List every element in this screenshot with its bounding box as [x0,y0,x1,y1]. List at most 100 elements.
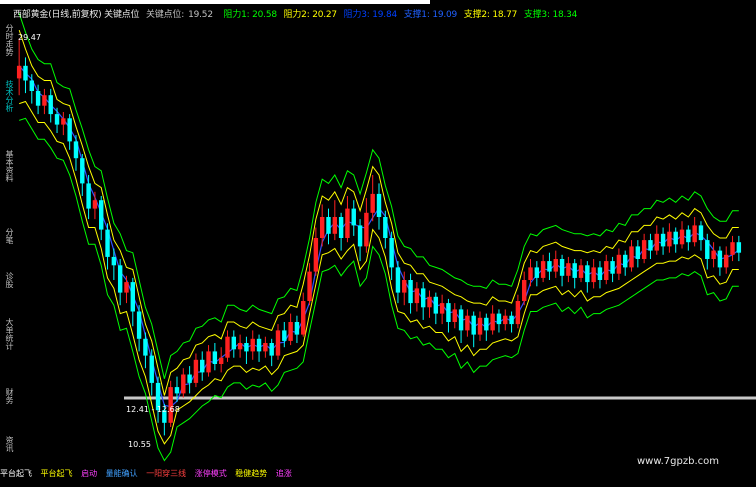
candle-body [301,301,306,335]
candle-body [559,259,565,276]
candle-body [673,231,678,245]
candle-body [256,338,262,352]
signal-legend: 平台起飞 平台起飞 启动 量能确认 一阳穿三线 涨停模式 稳健趋势 追涨 [0,468,298,479]
candle-body [73,141,79,159]
candle-body [465,315,470,331]
candle-body [244,343,249,352]
candle-body [566,263,571,276]
candle-body [231,336,237,350]
tab-ticks[interactable]: 分笔 [2,228,14,244]
candle-body [711,250,716,259]
candle-body [528,267,533,280]
candle-body [383,217,388,238]
candle-body [326,217,331,234]
candle-body [200,359,205,373]
key-level-label: 关键点位: [146,10,185,20]
candle-body [111,256,117,266]
candle-body [446,303,451,322]
candle-body [351,208,356,226]
candle-body [117,265,123,293]
candle-body [477,317,483,335]
key-level-value: 19.52 [188,10,213,20]
tab-profile[interactable]: 基本资料 [2,150,14,182]
candle-body [370,193,375,213]
tab-finance[interactable]: 财务 [2,388,14,404]
support-3: 支撑3: 18.34 [523,10,578,20]
candle-body [540,261,546,278]
legend-item: 涨停模式 [194,469,227,478]
support-2: 支撑2: 18.77 [463,10,518,20]
candle-body [503,315,508,325]
chart-window: 29.47 12.41 - 12.68 10.55 西部黄金(日线,前复权) 关… [0,0,756,487]
candle-body [534,267,540,278]
candle-body [130,282,136,312]
candle-body [16,65,22,79]
candle-body [610,261,615,274]
tab-big-orders[interactable]: 大单统计 [2,318,14,350]
candle-body [616,254,622,274]
candle-body [471,315,476,335]
candle-body [420,288,426,308]
legend-item: 启动 [81,469,98,478]
candle-body [263,343,268,352]
candle-body [679,229,685,245]
tab-news[interactable]: 资讯 [2,436,14,452]
candle-body [724,254,729,268]
legend-item: 稳健趋势 [235,469,268,478]
side-tab-bar: 分时走势 技术分析 基本资料 分笔 诊股 大单统计 财务 资讯 [0,22,14,480]
candle-body [35,91,41,106]
candle-body [99,200,104,230]
top-highlight-bar [0,0,430,4]
candle-body [364,212,369,247]
indicator-header: 西部黄金(日线,前复权) 关键点位 关键点位: 19.52 阻力1: 20.58 … [13,7,581,20]
candle-body [692,225,697,243]
candle-body [433,296,439,314]
tab-intraday[interactable]: 分时走势 [2,24,14,56]
candle-body [389,238,394,268]
candle-body [648,240,653,251]
candle-body [452,309,457,322]
candle-body [376,193,382,217]
candle-body [395,267,401,293]
candle-body [42,95,47,106]
candle-body [686,229,691,243]
candle-body [269,343,274,356]
candle-body [357,225,363,247]
candle-body [660,233,666,247]
tab-technical[interactable]: 技术分析 [2,80,14,112]
candle-body [458,309,464,331]
candle-body [319,217,325,238]
candle-body [547,261,552,272]
candle-body [181,374,186,394]
candle-body [604,261,609,280]
resistance-3: 阻力3: 19.84 [343,10,398,20]
candle-body [585,265,590,283]
candle-body [345,208,350,238]
legend-item: 一阳穿三线 [146,469,187,478]
legend-item: 平台起飞 [40,469,73,478]
candle-body [641,240,647,259]
candle-body [23,65,28,81]
candle-body [212,351,218,364]
candle-body [402,280,407,293]
candlestick-chart[interactable]: 29.47 12.41 - 12.68 10.55 [0,0,756,487]
candle-body [250,338,255,352]
candle-body [338,217,344,238]
candle-body [193,359,199,383]
candle-body [288,322,293,341]
candle-body [705,240,710,259]
candle-body [730,242,735,255]
candle-body [48,95,53,115]
candle-body [591,267,596,283]
tab-diagnosis[interactable]: 诊股 [2,272,14,288]
candle-body [578,265,584,278]
candle-body [282,330,287,341]
candle-body [67,118,72,142]
candle-body [629,246,634,268]
candle-body [439,303,445,314]
candle-body [149,355,154,383]
candle-body [427,296,432,308]
legend-item: 量能确认 [105,469,138,478]
candle-body [143,338,148,356]
candle-body [572,263,577,278]
